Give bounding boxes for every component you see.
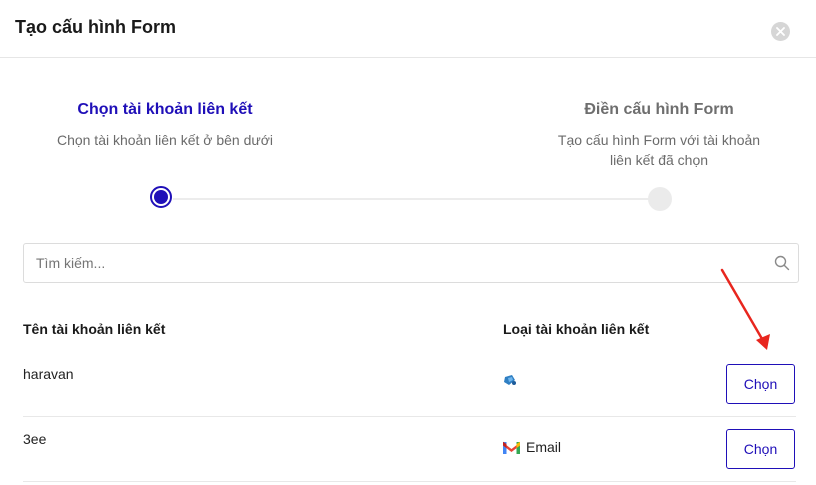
table-row: 3ee Email Chọn	[23, 417, 796, 482]
column-header-account-type: Loại tài khoản liên kết	[503, 321, 650, 337]
account-type: Email	[503, 439, 561, 455]
choose-button[interactable]: Chọn	[726, 429, 795, 469]
column-header-account-name: Tên tài khoản liên kết	[23, 321, 166, 337]
modal-title: Tạo cấu hình Form	[15, 17, 177, 37]
step-1-description: Chọn tài khoản liên kết ở bên dưới	[56, 132, 274, 148]
close-icon	[776, 27, 785, 36]
gmail-icon	[503, 441, 520, 454]
haravan-logo-icon	[504, 375, 516, 385]
table-row: haravan Chọn	[23, 352, 796, 417]
close-button[interactable]	[771, 22, 790, 41]
account-type-label: Email	[526, 439, 562, 455]
account-type	[503, 374, 523, 386]
modal-header: Tạo cấu hình Form	[0, 0, 816, 58]
step-2-indicator	[648, 187, 672, 211]
stepper-connector	[173, 198, 649, 200]
step-1-title: Chọn tài khoản liên kết	[77, 101, 253, 118]
account-name: haravan	[23, 366, 74, 382]
search-box	[23, 243, 799, 283]
search-input[interactable]	[36, 244, 756, 282]
account-name: 3ee	[23, 431, 47, 447]
step-2-title: Điền cấu hình Form	[584, 101, 734, 118]
step-2-description: Tạo cấu hình Form với tài khoản liên kết…	[557, 132, 761, 168]
step-1-indicator	[150, 186, 172, 208]
annotation-arrow-icon	[720, 268, 770, 350]
choose-button[interactable]: Chọn	[726, 364, 795, 404]
